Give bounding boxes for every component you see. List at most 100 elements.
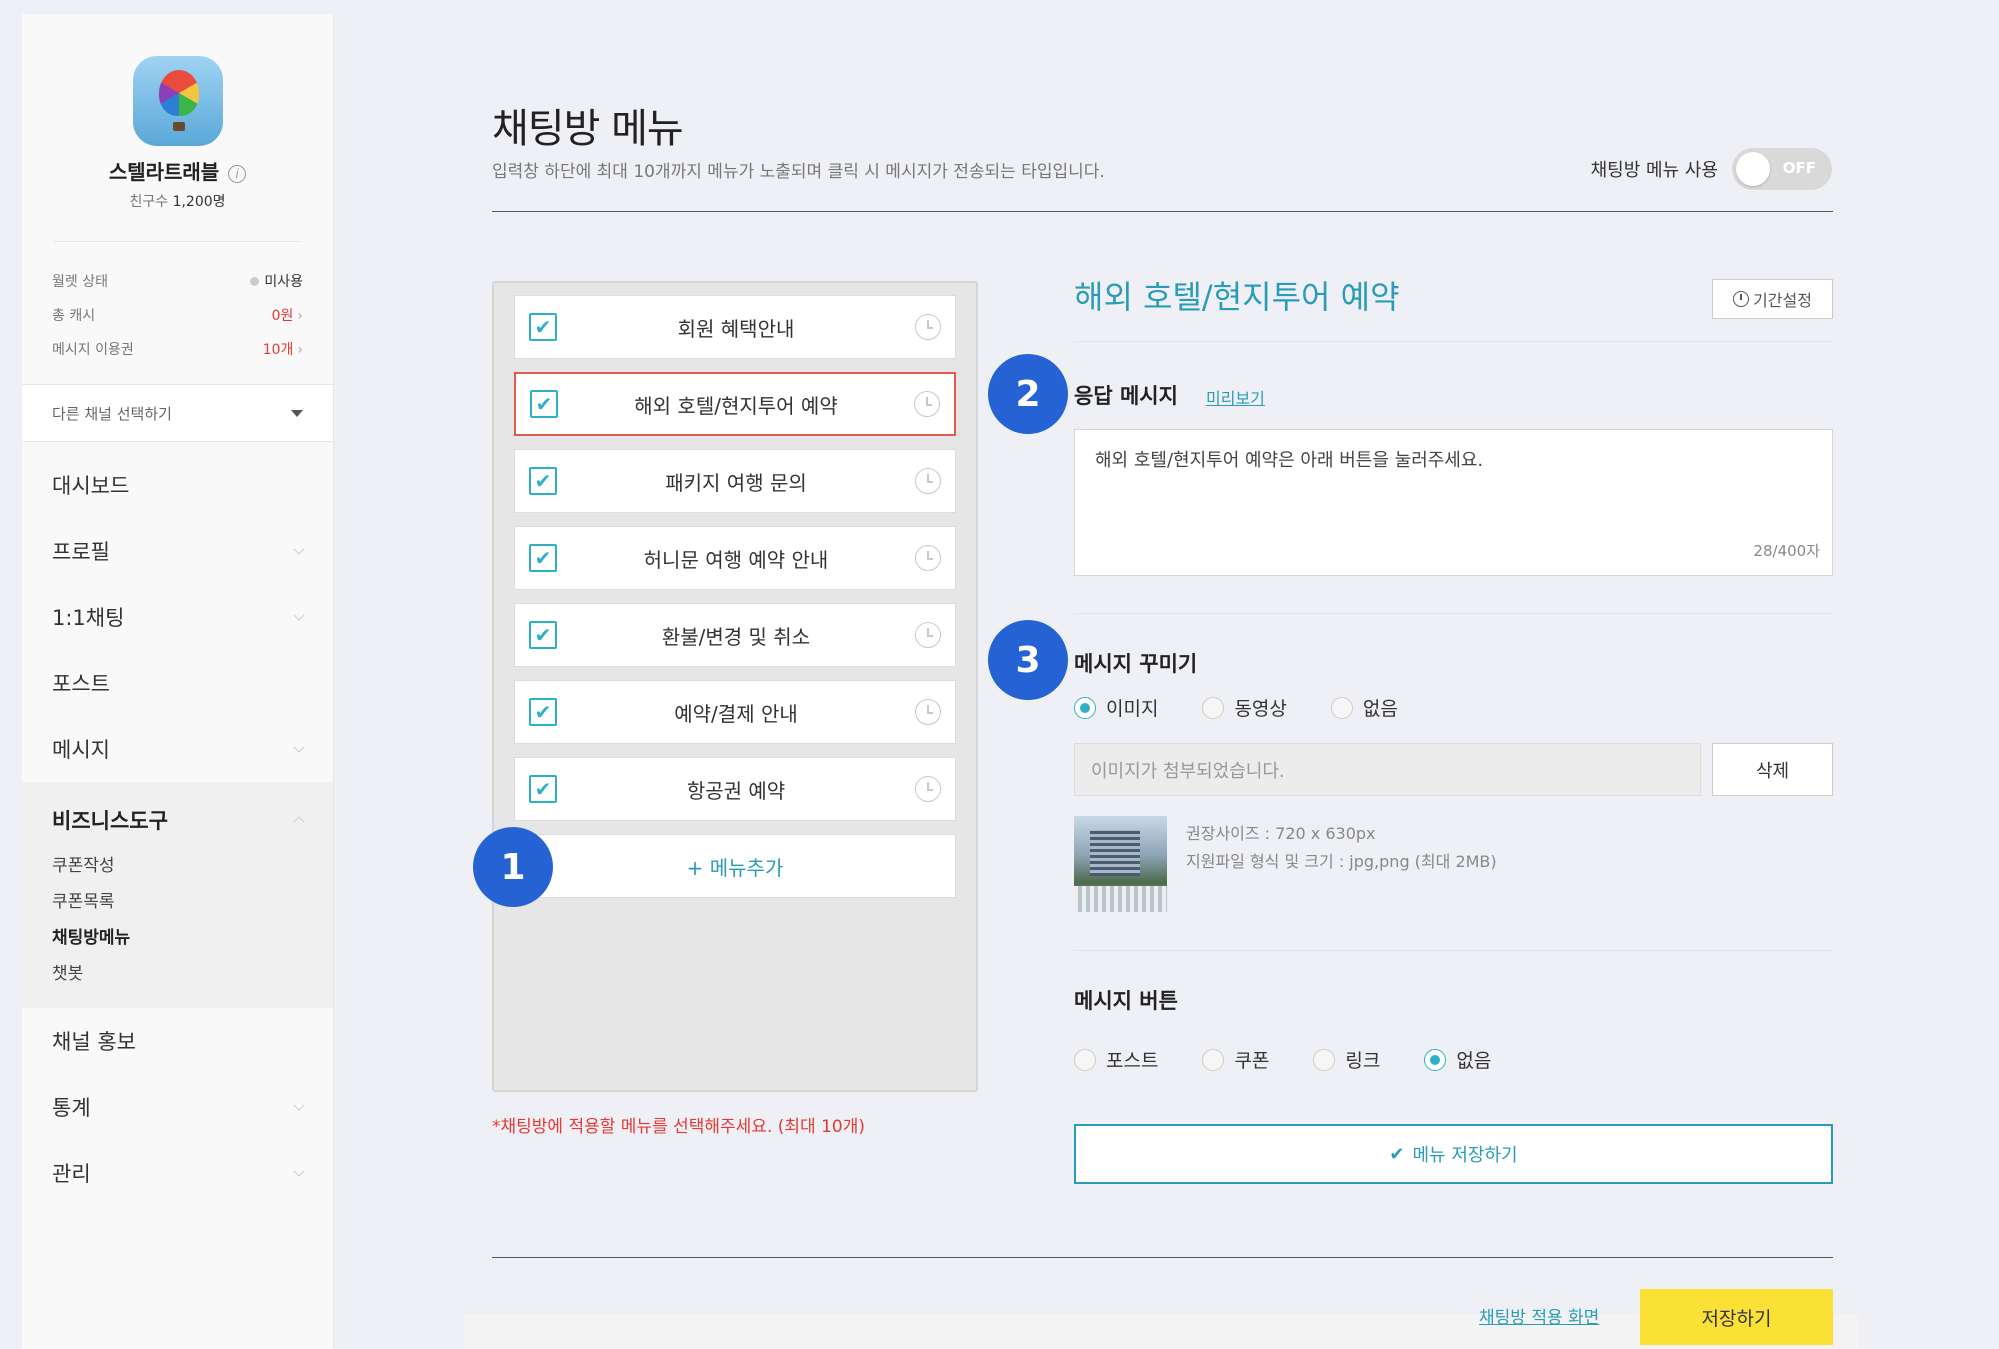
menu-item-label: 예약/결제 안내 (674, 701, 798, 726)
balloon-basket (172, 122, 185, 131)
channel-profile: 스텔라트래블 i 친구수 1,200명 (22, 14, 333, 211)
wallet-status-value: 미사용 (264, 274, 303, 290)
save-menu-button[interactable]: ✔ 메뉴 저장하기 (1074, 1124, 1833, 1184)
attached-image-thumbnail[interactable] (1074, 816, 1167, 912)
clock-icon[interactable] (915, 545, 941, 571)
clock-icon[interactable] (915, 776, 941, 802)
menu-item-label: 해외 호텔/현지투어 예약 (634, 393, 838, 418)
menu-item-label: 패키지 여행 문의 (665, 470, 807, 495)
pool-deck-image (1074, 886, 1167, 912)
status-dot-icon (250, 277, 260, 286)
sidebar-item-dashboard[interactable]: 대시보드 (22, 452, 333, 518)
checkbox-checked[interactable]: ✔ (529, 698, 557, 726)
sidebar-item-label: 통계 (52, 1096, 91, 1120)
menu-item[interactable]: ✔ 회원 혜택안내 (514, 295, 956, 359)
menu-item-label: 항공권 예약 (686, 778, 786, 803)
cash-row[interactable]: 총 캐시 0원 › (52, 298, 303, 332)
sidebar-item-label: 채널 홍보 (52, 1030, 136, 1054)
menu-item[interactable]: ✔ 예약/결제 안내 (514, 680, 956, 744)
hot-air-balloon-icon (158, 70, 199, 116)
sidebar-subitem-coupon-list[interactable]: 쿠폰목록 (22, 884, 333, 920)
radio-video[interactable]: 동영상 (1202, 694, 1287, 721)
channel-select-dropdown[interactable]: 다른 채널 선택하기 (22, 384, 333, 442)
channel-select-label: 다른 채널 선택하기 (52, 404, 172, 423)
radio-image[interactable]: 이미지 (1074, 694, 1158, 721)
decorate-radio-group: 이미지 동영상 없음 (1074, 694, 1442, 721)
save-button[interactable]: 저장하기 (1640, 1289, 1833, 1345)
sidebar-item-label: 포스트 (52, 672, 110, 696)
channel-avatar[interactable] (132, 56, 223, 146)
menu-list-note: *채팅방에 적용할 메뉴를 선택해주세요. (최대 10개) (492, 1117, 865, 1137)
sidebar-item-label: 메시지 (52, 738, 110, 762)
radio-post[interactable]: 포스트 (1074, 1046, 1158, 1073)
menu-item[interactable]: ✔ 패키지 여행 문의 (514, 449, 956, 513)
image-spec-info: 권장사이즈 : 720 x 630px 지원파일 형식 및 크기 : jpg,p… (1186, 820, 1497, 876)
channel-name: 스텔라트래블 i (22, 156, 333, 185)
image-attach-field[interactable]: 이미지가 첨부되었습니다. (1074, 743, 1701, 796)
chatroom-apply-view-link[interactable]: 채팅방 적용 화면 (1479, 1303, 1599, 1328)
clock-icon[interactable] (914, 391, 940, 417)
info-icon[interactable]: i (228, 164, 247, 183)
menu-item[interactable]: ✔ 환불/변경 및 취소 (514, 603, 956, 667)
menu-item[interactable]: ✔ 항공권 예약 (514, 757, 956, 821)
sidebar-item-stats[interactable]: 통계 (22, 1074, 333, 1140)
period-setting-button[interactable]: 기간설정 (1712, 279, 1833, 319)
chevron-down-icon (293, 609, 305, 621)
sidebar-item-label: 프로필 (52, 540, 110, 564)
checkbox-checked[interactable]: ✔ (530, 390, 558, 418)
sidebar-subitem-chatroom-menu[interactable]: 채팅방메뉴 (22, 920, 333, 956)
radio-label: 없음 (1362, 698, 1398, 720)
detail-divider (1074, 341, 1833, 342)
checkbox-checked[interactable]: ✔ (529, 775, 557, 803)
reply-message-text: 해외 호텔/현지투어 예약은 아래 버튼을 눌러주세요. (1095, 450, 1484, 471)
cash-value: 0원 (271, 308, 294, 324)
radio-link[interactable]: 링크 (1313, 1046, 1380, 1073)
radio-coupon[interactable]: 쿠폰 (1202, 1046, 1269, 1073)
preview-link[interactable]: 미리보기 (1206, 385, 1265, 409)
reply-message-textarea[interactable]: 해외 호텔/현지투어 예약은 아래 버튼을 눌러주세요. 28/400자 (1074, 429, 1833, 576)
sidebar-item-channel-promo[interactable]: 채널 홍보 (22, 1008, 333, 1074)
radio-none[interactable]: 없음 (1330, 694, 1398, 721)
radio-selected-icon (1074, 696, 1096, 719)
sidebar-item-message[interactable]: 메시지 (22, 716, 333, 782)
checkbox-checked[interactable]: ✔ (529, 621, 557, 649)
radio-label: 없음 (1456, 1050, 1492, 1072)
sidebar-item-manage[interactable]: 관리 (22, 1140, 333, 1206)
checkbox-checked[interactable]: ✔ (529, 467, 557, 495)
sidebar-item-chat[interactable]: 1:1채팅 (22, 584, 333, 650)
checkbox-checked[interactable]: ✔ (529, 313, 557, 341)
decorate-message-label: 메시지 꾸미기 (1074, 652, 1198, 676)
toggle-knob (1736, 152, 1770, 186)
message-button-label: 메시지 버튼 (1074, 989, 1178, 1013)
add-menu-button[interactable]: + 메뉴추가 (514, 834, 956, 898)
sidebar-subitem-chatbot[interactable]: 챗봇 (22, 956, 333, 992)
sidebar-item-business-tools[interactable]: 비즈니스도구 (22, 792, 333, 848)
menu-item[interactable]: ✔ 허니문 여행 예약 안내 (514, 526, 956, 590)
hotel-building-image (1090, 830, 1140, 876)
sidebar-item-post[interactable]: 포스트 (22, 650, 333, 716)
toggle-state-text: OFF (1782, 159, 1816, 177)
chatroom-menu-toggle[interactable]: OFF (1732, 148, 1832, 190)
cash-label: 총 캐시 (52, 308, 96, 324)
radio-empty-icon (1074, 1048, 1096, 1071)
delete-image-button[interactable]: 삭제 (1712, 743, 1833, 796)
chatroom-menu-toggle-group: 채팅방 메뉴 사용 OFF (1591, 148, 1832, 190)
clock-icon[interactable] (915, 468, 941, 494)
save-menu-label: 메뉴 저장하기 (1412, 1145, 1518, 1166)
clock-icon[interactable] (915, 622, 941, 648)
menu-item-label: 허니문 여행 예약 안내 (643, 547, 829, 572)
menu-item-selected[interactable]: ✔ 해외 호텔/현지투어 예약 (514, 372, 956, 436)
ticket-row[interactable]: 메시지 이용권 10개 › (52, 332, 303, 366)
toggle-label: 채팅방 메뉴 사용 (1590, 160, 1718, 181)
step-badge-2: 2 (988, 354, 1068, 434)
clock-icon[interactable] (915, 314, 941, 340)
clock-icon[interactable] (915, 699, 941, 725)
chevron-right-icon: › (297, 342, 303, 358)
sidebar-subitem-coupon-create[interactable]: 쿠폰작성 (22, 848, 333, 884)
radio-empty-icon (1330, 696, 1353, 719)
checkbox-checked[interactable]: ✔ (529, 544, 557, 572)
radio-button-none[interactable]: 없음 (1424, 1046, 1491, 1073)
sidebar-item-profile[interactable]: 프로필 (22, 518, 333, 584)
ticket-label: 메시지 이용권 (52, 342, 134, 358)
reply-message-label: 응답 메시지 (1074, 384, 1178, 408)
